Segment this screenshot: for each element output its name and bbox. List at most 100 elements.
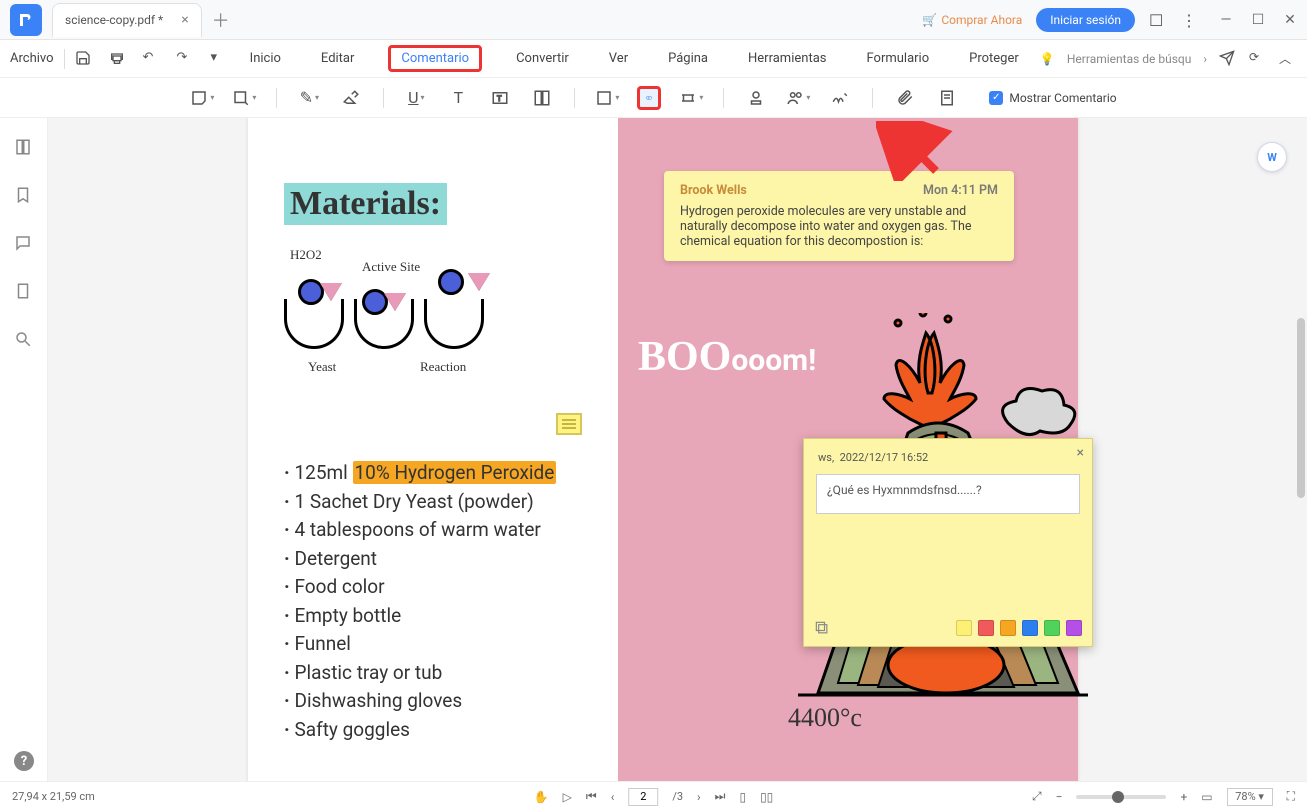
maximize-window-icon[interactable]: ☐: [1251, 13, 1265, 27]
canvas-area[interactable]: Materials: H2O2 Active Site Yeast Reacti…: [48, 118, 1307, 781]
color-swatch-yellow[interactable]: [956, 620, 972, 636]
zoom-in-icon[interactable]: +: [1180, 790, 1187, 804]
print-icon[interactable]: [109, 50, 127, 68]
tab-ver[interactable]: Ver: [603, 47, 634, 70]
page-input[interactable]: [628, 788, 658, 806]
sticky-text-input[interactable]: ¿Qué es Hyxmnmdsfnsd......?: [816, 474, 1080, 514]
file-menu[interactable]: Archivo: [10, 51, 54, 66]
textbox-tool-icon[interactable]: T: [488, 86, 512, 110]
color-swatch-green[interactable]: [1044, 620, 1060, 636]
side-rail: [0, 118, 48, 781]
new-tab-button[interactable]: ＋: [212, 7, 230, 33]
first-page-icon[interactable]: ⏮: [586, 789, 597, 804]
single-page-view-icon[interactable]: ▯: [739, 790, 746, 804]
two-page-view-icon[interactable]: ▯▯: [760, 790, 773, 804]
zoom-out-icon[interactable]: −: [1056, 790, 1063, 804]
page-comment-icon[interactable]: [935, 86, 959, 110]
minimize-window-icon[interactable]: —: [1219, 13, 1233, 27]
next-page-icon[interactable]: ›: [697, 790, 701, 804]
fit-width-icon[interactable]: ⤢: [1032, 789, 1042, 804]
prev-page-icon[interactable]: ‹: [611, 790, 615, 804]
note-tool-icon[interactable]: ▾: [190, 86, 214, 110]
fit-page-icon[interactable]: ▭: [1201, 790, 1212, 804]
send-icon[interactable]: [1219, 50, 1237, 68]
sticky-more-icon[interactable]: [814, 620, 830, 636]
shape-tool-icon[interactable]: ▾: [595, 86, 619, 110]
callout-tool-icon[interactable]: [530, 86, 554, 110]
eraser-tool-icon[interactable]: [339, 86, 363, 110]
text-tool-icon[interactable]: T: [446, 86, 470, 110]
close-tab-icon[interactable]: ×: [181, 12, 188, 28]
undo-icon[interactable]: ↶: [143, 50, 161, 68]
stamp-tool-icon[interactable]: [744, 86, 768, 110]
zoom-slider[interactable]: [1076, 795, 1166, 799]
document-tab[interactable]: science-copy.pdf * ×: [52, 3, 202, 37]
tab-convertir[interactable]: Convertir: [510, 47, 575, 70]
tab-editar[interactable]: Editar: [315, 47, 361, 70]
note-author: Brook Wells: [680, 183, 747, 198]
list-item: Dishwashing gloves: [284, 687, 582, 716]
bookmarks-panel-icon[interactable]: [14, 186, 34, 206]
close-sticky-icon[interactable]: ×: [1077, 445, 1084, 461]
notification-icon[interactable]: ☐: [1149, 11, 1167, 29]
attachments-panel-icon[interactable]: [14, 282, 34, 302]
login-button[interactable]: Iniciar sesión: [1036, 8, 1135, 32]
zoom-value[interactable]: 78% ▾: [1227, 788, 1273, 806]
show-comment-toggle[interactable]: Mostrar Comentario: [989, 91, 1116, 105]
close-window-icon[interactable]: ✕: [1283, 13, 1297, 27]
tab-proteger[interactable]: Proteger: [963, 47, 1025, 70]
materials-list: 125ml 10% Hydrogen Peroxide 1 Sachet Dry…: [284, 459, 582, 744]
tab-herramientas[interactable]: Herramientas: [742, 47, 832, 70]
select-tool-icon[interactable]: ▷: [563, 790, 572, 804]
last-page-icon[interactable]: ⏭: [715, 789, 726, 804]
color-swatch-purple[interactable]: [1066, 620, 1082, 636]
note-pin-icon[interactable]: [556, 413, 582, 435]
materials-heading: Materials:: [284, 183, 447, 225]
attachment-tool-icon[interactable]: [893, 86, 917, 110]
quick-access-dropdown-icon[interactable]: ▾: [211, 50, 229, 68]
color-swatches: [956, 620, 1082, 636]
tab-comentario[interactable]: Comentario: [388, 45, 482, 72]
label-yeast: Yeast: [308, 359, 336, 375]
tab-formulario[interactable]: Formulario: [860, 47, 935, 70]
tab-pagina[interactable]: Página: [662, 47, 714, 70]
cloud-sync-icon[interactable]: ⟳: [1249, 50, 1267, 68]
checkbox-icon: [989, 91, 1003, 105]
color-swatch-blue[interactable]: [1022, 620, 1038, 636]
sticky-author: ws,: [818, 451, 834, 464]
color-swatch-orange[interactable]: [1000, 620, 1016, 636]
signature-tool-icon[interactable]: [828, 86, 852, 110]
page-left-column: Materials: H2O2 Active Site Yeast Reacti…: [248, 118, 618, 781]
pencil-tool-icon[interactable]: ✎▾: [297, 86, 321, 110]
underline-tool-icon[interactable]: U▾: [404, 86, 428, 110]
list-item: Empty bottle: [284, 602, 582, 631]
hand-tool-icon[interactable]: ✋: [534, 790, 549, 804]
sticky-note-popup[interactable]: × ws, 2022/12/17 16:52 ¿Qué es Hyxmnmdsf…: [803, 438, 1093, 647]
search-nav-icon[interactable]: ›: [1203, 52, 1207, 66]
temperature-label: 4400°c: [788, 703, 862, 733]
stamp-user-icon[interactable]: ▾: [786, 86, 810, 110]
save-icon[interactable]: [75, 50, 93, 68]
comments-panel-icon[interactable]: [14, 234, 34, 254]
kebab-menu-icon[interactable]: ⋮: [1181, 11, 1199, 29]
collapse-ribbon-icon[interactable]: ︿: [1279, 50, 1297, 68]
note-time: Mon 4:11 PM: [923, 183, 998, 198]
app-logo[interactable]: [10, 4, 42, 36]
search-panel-icon[interactable]: [14, 330, 34, 350]
convert-word-badge[interactable]: W: [1257, 142, 1287, 172]
search-tools-hint[interactable]: Herramientas de búsqu: [1067, 52, 1192, 66]
measure-tool-icon[interactable]: ▾: [679, 86, 703, 110]
sticky-note-tool-icon[interactable]: [637, 86, 661, 110]
highlight-tool-icon[interactable]: ▾: [232, 86, 256, 110]
buy-now-link[interactable]: 🛒 Comprar Ahora: [922, 13, 1022, 27]
tab-inicio[interactable]: Inicio: [244, 47, 287, 70]
color-swatch-red[interactable]: [978, 620, 994, 636]
sticky-timestamp: 2022/12/17 16:52: [840, 451, 929, 464]
fullscreen-icon[interactable]: ⛶: [1287, 789, 1295, 804]
thumbnails-panel-icon[interactable]: [14, 138, 34, 158]
redo-icon[interactable]: ↷: [177, 50, 195, 68]
vertical-scrollbar[interactable]: [1297, 318, 1305, 498]
help-button[interactable]: ?: [14, 751, 34, 771]
existing-comment-note[interactable]: Brook Wells Mon 4:11 PM Hydrogen peroxid…: [664, 171, 1014, 261]
comment-toolbar: ▾ ▾ ✎▾ U▾ T T ▾ ▾ ▾ Mostrar Comentario: [0, 78, 1307, 118]
